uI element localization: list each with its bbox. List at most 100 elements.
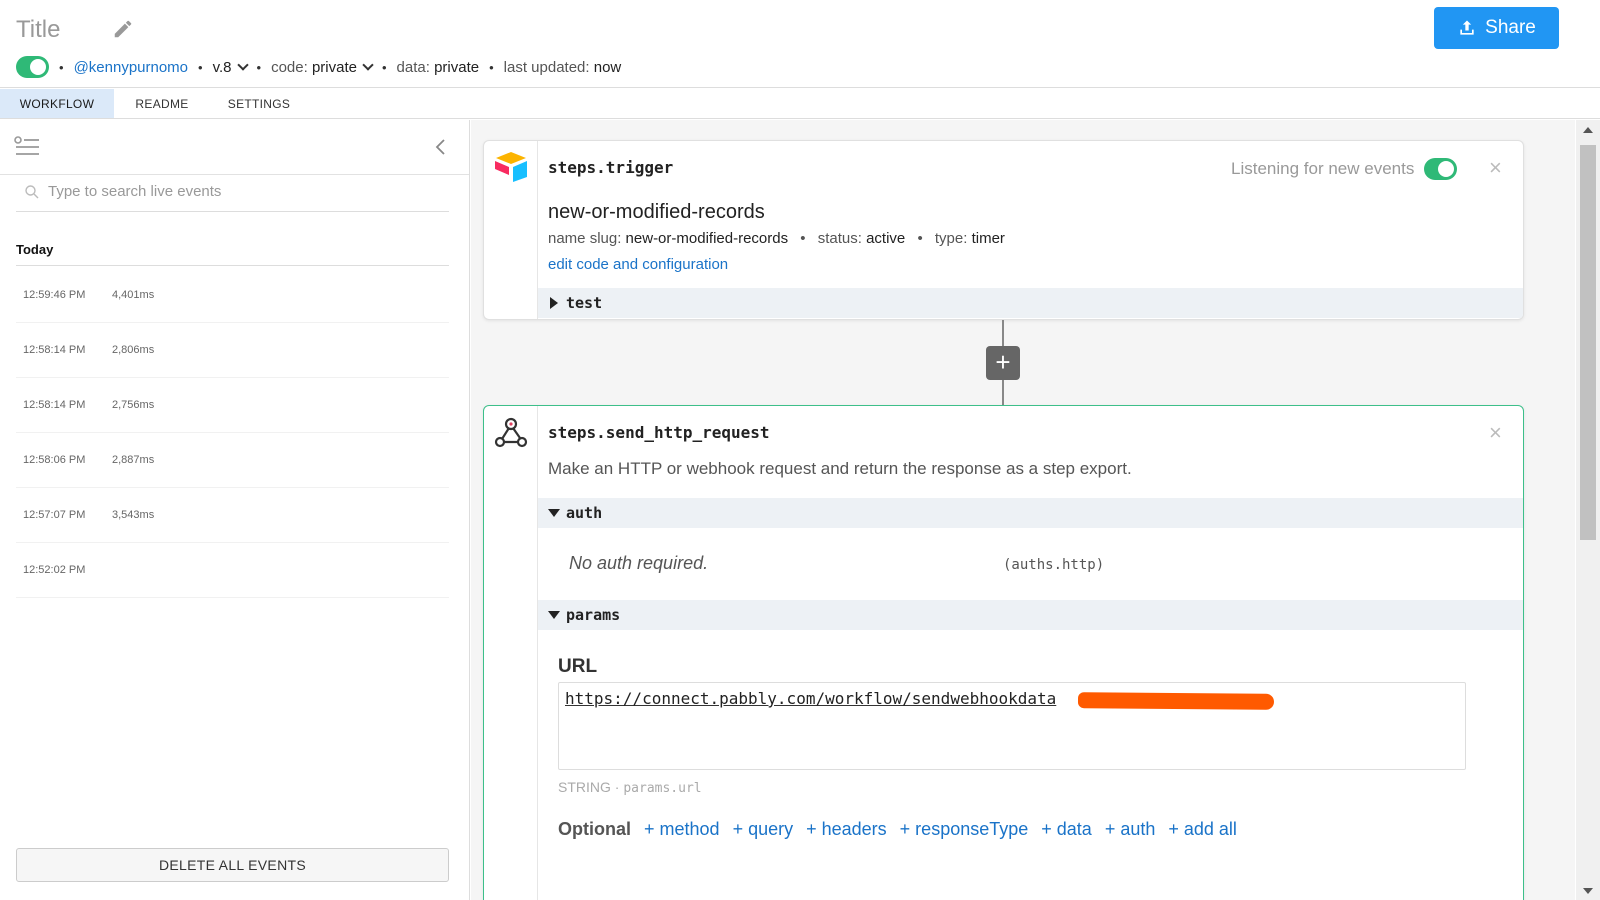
- slug-label: name slug:: [548, 230, 622, 247]
- caret-down-icon: [548, 509, 560, 517]
- upload-icon: [1460, 20, 1474, 35]
- separator-dot: •: [381, 59, 387, 75]
- event-duration: 3,543ms: [112, 509, 155, 521]
- auth-note: No auth required.: [569, 553, 709, 573]
- workflow-active-toggle[interactable]: [16, 56, 49, 78]
- event-row[interactable]: 12:57:07 PM 3,543ms: [16, 488, 449, 543]
- step-name: steps.send_http_request: [548, 423, 770, 442]
- share-label: Share: [1485, 17, 1536, 38]
- step-name: steps.trigger: [548, 158, 674, 177]
- chevron-down-icon: [362, 58, 374, 71]
- pencil-icon[interactable]: [112, 18, 134, 40]
- listening-label: Listening for new events: [1231, 159, 1415, 178]
- url-label: URL: [558, 656, 598, 677]
- params-section-toggle[interactable]: params: [538, 600, 1523, 630]
- separator-dot: •: [198, 59, 203, 75]
- params-section-label: params: [566, 606, 621, 624]
- data-value: private: [434, 58, 480, 76]
- version-select[interactable]: v.8: [212, 58, 249, 76]
- status-label: status:: [817, 230, 862, 247]
- scrollbar-thumb[interactable]: [1580, 145, 1596, 540]
- tab-readme[interactable]: README: [114, 89, 210, 118]
- delete-all-events-button[interactable]: DELETE ALL EVENTS: [16, 848, 449, 882]
- trigger-step-card: steps.trigger Listening for new events ×…: [483, 140, 1524, 320]
- event-group-label: Today: [16, 240, 449, 266]
- tab-settings[interactable]: SETTINGS: [210, 89, 308, 118]
- step-description: Make an HTTP or webhook request and retu…: [548, 459, 1132, 478]
- workflow-meta: • @kennypurnomo • v.8 • code: private • …: [16, 55, 621, 79]
- search-icon: [25, 184, 39, 198]
- tab-workflow[interactable]: WORKFLOW: [0, 89, 114, 118]
- caret-right-icon: [550, 297, 558, 309]
- redaction-mark: [1077, 692, 1275, 710]
- event-duration: 4,401ms: [112, 289, 155, 301]
- event-row[interactable]: 12:52:02 PM: [16, 543, 449, 598]
- listening-status: Listening for new events: [1231, 158, 1458, 180]
- add-all-link[interactable]: + add all: [1168, 819, 1237, 840]
- event-list: 12:59:46 PM 4,401ms 12:58:14 PM 2,806ms …: [16, 268, 449, 598]
- event-time: 12:59:46 PM: [23, 289, 86, 301]
- separator-dot: •: [489, 59, 494, 75]
- slug-value: new-or-modified-records: [625, 230, 789, 247]
- airtable-logo-icon: [495, 152, 527, 182]
- close-icon[interactable]: ×: [1489, 422, 1502, 444]
- edit-code-link[interactable]: edit code and configuration: [548, 256, 728, 273]
- test-label: test: [566, 294, 603, 312]
- add-auth-link[interactable]: + auth: [1105, 819, 1156, 840]
- close-icon[interactable]: ×: [1489, 157, 1502, 179]
- add-step-button[interactable]: +: [986, 346, 1020, 380]
- share-button[interactable]: Share: [1434, 7, 1559, 49]
- event-time: 12:58:06 PM: [23, 454, 86, 466]
- workflow-canvas: steps.trigger Listening for new events ×…: [471, 120, 1575, 900]
- add-query-link[interactable]: + query: [733, 819, 794, 840]
- add-data-link[interactable]: + data: [1041, 819, 1092, 840]
- type-label: type:: [934, 230, 968, 247]
- event-row[interactable]: 12:58:14 PM 2,806ms: [16, 323, 449, 378]
- event-duration: 2,806ms: [112, 344, 155, 356]
- test-section-toggle[interactable]: test: [538, 288, 1523, 318]
- event-row[interactable]: 12:59:46 PM 4,401ms: [16, 268, 449, 323]
- type-value: timer: [971, 230, 1005, 247]
- sidebar-toolbar: [0, 120, 469, 175]
- event-time: 12:57:07 PM: [23, 509, 86, 521]
- optional-params: Optional + method + query + headers + re…: [558, 819, 1237, 840]
- add-responsetype-link[interactable]: + responseType: [900, 819, 1029, 840]
- code-privacy-select[interactable]: code: private: [271, 58, 374, 76]
- main-scrollbar[interactable]: [1576, 120, 1600, 900]
- search-input[interactable]: [48, 183, 428, 200]
- auth-section-toggle[interactable]: auth: [538, 498, 1523, 528]
- status-value: active: [866, 230, 906, 247]
- event-time: 12:58:14 PM: [23, 344, 86, 356]
- chevron-left-icon[interactable]: [434, 138, 448, 156]
- scroll-down-arrow-icon[interactable]: [1583, 888, 1593, 894]
- event-time: 12:52:02 PM: [23, 564, 86, 576]
- optional-label: Optional: [558, 819, 631, 839]
- scroll-up-arrow-icon[interactable]: [1583, 127, 1593, 133]
- webhook-icon: [494, 417, 528, 448]
- add-method-link[interactable]: + method: [644, 819, 720, 840]
- chevron-down-icon: [236, 58, 249, 71]
- tab-bar: WORKFLOW README SETTINGS: [0, 89, 1600, 119]
- url-type: STRING ·: [558, 779, 620, 795]
- url-field[interactable]: https://connect.pabbly.com/workflow/send…: [558, 682, 1466, 770]
- updated-value: now: [593, 58, 622, 76]
- step-gutter: [484, 406, 538, 900]
- data-label: data:: [396, 58, 430, 76]
- listening-toggle[interactable]: [1424, 158, 1458, 180]
- event-row[interactable]: 12:58:06 PM 2,887ms: [16, 433, 449, 488]
- separator-dot: •: [256, 59, 262, 75]
- source-name: new-or-modified-records: [548, 201, 765, 223]
- http-request-step-card: steps.send_http_request × Make an HTTP o…: [483, 405, 1524, 900]
- workflow-title[interactable]: Title: [16, 16, 60, 44]
- plus-icon: +: [995, 346, 1011, 377]
- version-value: v.8: [212, 58, 232, 76]
- url-path: params.url: [623, 781, 702, 796]
- auth-code: (auths.http): [1003, 557, 1105, 573]
- step-gutter: [484, 141, 538, 319]
- event-row[interactable]: 12:58:14 PM 2,756ms: [16, 378, 449, 433]
- list-icon[interactable]: [14, 136, 40, 158]
- updated-label: last updated:: [503, 58, 590, 76]
- add-headers-link[interactable]: + headers: [806, 819, 887, 840]
- owner-link[interactable]: @kennypurnomo: [74, 59, 188, 76]
- code-value: private: [311, 58, 357, 76]
